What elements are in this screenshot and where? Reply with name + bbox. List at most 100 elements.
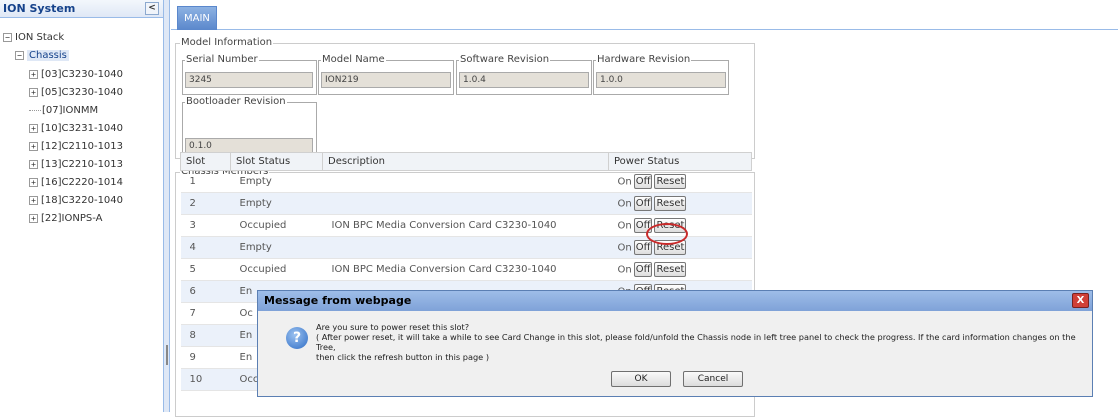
table-row: 5 Occupied ION BPC Media Conversion Card C… xyxy=(180,258,752,281)
tree-node-slot-22[interactable]: + [22]IONPS-A xyxy=(29,210,102,227)
slot-cell: 8 xyxy=(180,324,231,347)
slot-status-cell: Occupied xyxy=(230,258,323,281)
software-revision-field: 1.0.4 xyxy=(459,72,589,88)
expand-icon[interactable]: + xyxy=(29,196,38,205)
slot-cell: 3 xyxy=(180,214,231,237)
expand-icon[interactable]: + xyxy=(29,88,38,97)
description-cell: ION BPC Media Conversion Card C3230-1040 xyxy=(322,258,609,281)
tree-node-chassis[interactable]: − Chassis xyxy=(15,47,69,64)
serial-number-label: Serial Number xyxy=(185,54,259,65)
tree-node-slot-13[interactable]: + [13]C2210-1013 xyxy=(29,156,123,173)
slot-cell: 9 xyxy=(180,346,231,369)
slot-cell: 10 xyxy=(180,368,231,391)
tab-bar: MAIN xyxy=(171,0,1118,30)
close-icon[interactable]: X xyxy=(1072,293,1089,308)
slot-cell: 4 xyxy=(180,236,231,259)
tree-panel-header: ION System < xyxy=(0,0,163,18)
column-header-slot-status[interactable]: Slot Status xyxy=(230,152,323,171)
slot-cell: 6 xyxy=(180,280,231,303)
column-header-slot[interactable]: Slot xyxy=(180,152,231,171)
tree-node-slot-10[interactable]: + [10]C3231-1040 xyxy=(29,120,123,137)
tree-node-label: [05]C3230-1040 xyxy=(41,87,124,98)
power-reset-button[interactable]: Reset xyxy=(654,174,687,189)
splitter-grip-icon[interactable] xyxy=(166,345,168,365)
dialog-message: Are you sure to power reset this slot? (… xyxy=(316,322,1086,362)
model-info-legend: Model Information xyxy=(180,37,274,48)
description-cell: ION BPC Media Conversion Card C3230-1040 xyxy=(322,214,609,237)
expand-icon[interactable]: + xyxy=(29,124,38,133)
power-on-label: On xyxy=(617,176,632,188)
slot-status-cell: Occupied xyxy=(230,214,323,237)
description-cell xyxy=(322,192,609,215)
power-on-label: On xyxy=(617,242,632,254)
power-status-cell: OnOffReset xyxy=(608,170,752,193)
tree-node-slot-07[interactable]: [07]IONMM xyxy=(29,102,98,119)
collapse-icon[interactable]: − xyxy=(3,33,12,42)
tree-line xyxy=(29,110,41,111)
tree-node-slot-12[interactable]: + [12]C2110-1013 xyxy=(29,138,123,155)
expand-icon[interactable]: + xyxy=(29,214,38,223)
power-on-label: On xyxy=(617,220,632,232)
tree-node-label: [22]IONPS-A xyxy=(41,213,103,224)
dialog-title: Message from webpage xyxy=(264,294,412,307)
tree-node-label: [03]C3230-1040 xyxy=(41,69,124,80)
tree-node-label: Chassis xyxy=(27,50,69,61)
panel-splitter[interactable] xyxy=(164,0,170,412)
model-name-label: Model Name xyxy=(321,54,386,65)
tree-node-slot-18[interactable]: + [18]C3220-1040 xyxy=(29,192,123,209)
hardware-revision-field: 1.0.0 xyxy=(596,72,726,88)
slot-cell: 1 xyxy=(180,170,231,193)
power-status-cell: OnOffReset xyxy=(608,258,752,281)
column-header-power-status[interactable]: Power Status xyxy=(608,152,752,171)
tree-node-label: [07]IONMM xyxy=(42,105,99,116)
table-row: 2 Empty On Off Reset xyxy=(180,192,752,215)
column-header-description[interactable]: Description xyxy=(322,152,609,171)
power-reset-button[interactable]: Reset xyxy=(654,196,687,211)
power-on-label: On xyxy=(617,264,632,276)
cancel-button[interactable]: Cancel xyxy=(683,371,743,387)
tree-node-label: [16]C2220-1014 xyxy=(41,177,124,188)
power-off-button[interactable]: Off xyxy=(633,262,653,277)
dialog-message-line: ( After power reset, it will take a whil… xyxy=(316,332,1076,352)
dialog-message-line: then click the refresh button in this pa… xyxy=(316,352,490,362)
tree-node-ion-stack[interactable]: − ION Stack xyxy=(3,29,64,46)
tree-node-label: ION Stack xyxy=(15,32,65,43)
power-off-button[interactable]: Off xyxy=(633,196,653,211)
tree-node-slot-16[interactable]: + [16]C2220-1014 xyxy=(29,174,123,191)
model-name-field: ION219 xyxy=(321,72,451,88)
question-icon: ? xyxy=(286,327,308,349)
dialog-message-line: Are you sure to power reset this slot? xyxy=(316,322,470,332)
slot-status-cell: Empty xyxy=(230,236,323,259)
power-status-cell: OnOffReset xyxy=(608,192,752,215)
slot-cell: 2 xyxy=(180,192,231,215)
expand-icon[interactable]: + xyxy=(29,70,38,79)
tab-main[interactable]: MAIN xyxy=(177,6,217,30)
expand-icon[interactable]: + xyxy=(29,178,38,187)
tree-node-label: [10]C3231-1040 xyxy=(41,123,124,134)
tree-node-slot-03[interactable]: + [03]C3230-1040 xyxy=(29,66,123,83)
power-on-label: On xyxy=(617,198,632,210)
software-revision-label: Software Revision xyxy=(459,54,551,65)
hardware-revision-label: Hardware Revision xyxy=(596,54,692,65)
description-cell xyxy=(322,170,609,193)
dialog-title-bar[interactable]: Message from webpage X xyxy=(258,291,1092,311)
slot-status-cell: Empty xyxy=(230,170,323,193)
bootloader-revision-label: Bootloader Revision xyxy=(185,96,287,107)
expand-icon[interactable]: + xyxy=(29,142,38,151)
slot-cell: 7 xyxy=(180,302,231,325)
tree-panel: ION System < − ION Stack − Chassis + [03]C3… xyxy=(0,0,164,412)
tree-node-label: [12]C2110-1013 xyxy=(41,141,124,152)
power-reset-button[interactable]: Reset xyxy=(654,262,687,277)
collapse-icon[interactable]: − xyxy=(15,51,24,60)
power-off-button[interactable]: Off xyxy=(633,174,653,189)
slot-cell: 5 xyxy=(180,258,231,281)
tree-panel-title: ION System xyxy=(3,2,76,15)
table-row: 1 Empty On Off Reset xyxy=(180,170,752,193)
expand-icon[interactable]: + xyxy=(29,160,38,169)
slot-status-cell: Empty xyxy=(230,192,323,215)
ok-button[interactable]: OK xyxy=(611,371,671,387)
tree-node-slot-05[interactable]: + [05]C3230-1040 xyxy=(29,84,123,101)
tree-node-label: [13]C2210-1013 xyxy=(41,159,124,170)
collapse-panel-button[interactable]: < xyxy=(145,2,159,15)
power-off-button[interactable]: Off xyxy=(633,240,653,255)
